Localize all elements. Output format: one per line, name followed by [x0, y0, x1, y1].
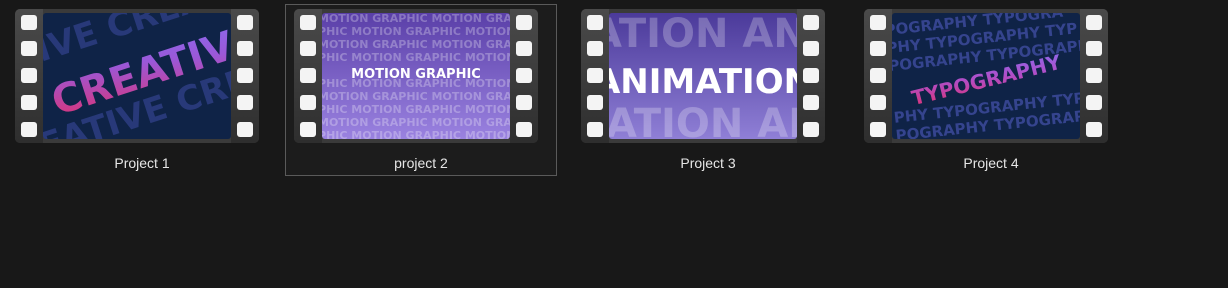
film-strip-right: [1080, 9, 1108, 143]
sprocket-hole: [803, 95, 819, 110]
svg-text:MOTION GRAPHIC MOTION GRAPHIC: MOTION GRAPHIC MOTION GRAPHIC: [322, 116, 510, 129]
film-strip-left: [15, 9, 43, 143]
film-strip-left: [864, 9, 892, 143]
sprocket-hole: [1086, 95, 1102, 110]
thumbnail-image: ATION ANIMA IATION ANIM ANIMATION: [609, 13, 797, 139]
sprocket-hole: [237, 15, 253, 30]
project-tile-4[interactable]: POGRAPHY TYPOGRA PHY TYPOGRAPHY TYP POGR…: [855, 4, 1127, 176]
svg-text:GRAPHIC MOTION GRAPHIC MOTION: GRAPHIC MOTION GRAPHIC MOTION: [322, 129, 510, 139]
thumbnail-image: POGRAPHY TYPOGRA PHY TYPOGRAPHY TYP POGR…: [892, 13, 1080, 139]
thumbnail-image: MOTION GRAPHIC MOTION GRAPHIC GRAPHIC MO…: [322, 13, 510, 139]
sprocket-hole: [21, 41, 37, 56]
project-grid: ATIVE CREATIVE EATIVE CREA CREATIVE Proj…: [0, 0, 1228, 288]
sprocket-hole: [237, 41, 253, 56]
sprocket-hole: [516, 95, 532, 110]
sprocket-hole: [237, 95, 253, 110]
sprocket-hole: [803, 15, 819, 30]
sprocket-hole: [1086, 41, 1102, 56]
sprocket-hole: [870, 15, 886, 30]
svg-text:GRAPHIC MOTION GRAPHIC MOTION: GRAPHIC MOTION GRAPHIC MOTION: [322, 25, 510, 38]
svg-text:GRAPHIC MOTION GRAPHIC MOTION: GRAPHIC MOTION GRAPHIC MOTION: [322, 103, 510, 116]
film-thumbnail: MOTION GRAPHIC MOTION GRAPHIC GRAPHIC MO…: [294, 9, 538, 143]
film-strip-right: [510, 9, 538, 143]
svg-text:GRAPHIC MOTION GRAPHIC MOTION: GRAPHIC MOTION GRAPHIC MOTION: [322, 51, 510, 64]
sprocket-hole: [870, 122, 886, 137]
sprocket-hole: [587, 68, 603, 83]
sprocket-hole: [803, 122, 819, 137]
film-strip-right: [231, 9, 259, 143]
sprocket-hole: [21, 122, 37, 137]
svg-text:MOTION GRAPHIC MOTION GRAPHIC: MOTION GRAPHIC MOTION GRAPHIC: [322, 38, 510, 51]
project-tile-3[interactable]: ATION ANIMA IATION ANIM ANIMATION Projec…: [572, 4, 844, 176]
film-strip-left: [581, 9, 609, 143]
project-tile-2[interactable]: MOTION GRAPHIC MOTION GRAPHIC GRAPHIC MO…: [285, 4, 557, 176]
thumbnail-title: MOTION GRAPHIC: [351, 67, 481, 82]
sprocket-hole: [300, 95, 316, 110]
sprocket-hole: [300, 68, 316, 83]
sprocket-hole: [587, 41, 603, 56]
sprocket-hole: [300, 122, 316, 137]
sprocket-hole: [237, 122, 253, 137]
sprocket-hole: [587, 122, 603, 137]
svg-text:MOTION GRAPHIC MOTION GRAPHIC: MOTION GRAPHIC MOTION GRAPHIC: [322, 90, 510, 103]
svg-text:IATION ANIM: IATION ANIM: [609, 101, 797, 139]
project-name: Project 1: [114, 155, 170, 171]
sprocket-hole: [300, 41, 316, 56]
film-strip-right: [797, 9, 825, 143]
sprocket-hole: [587, 95, 603, 110]
project-name: Project 4: [963, 155, 1019, 171]
sprocket-hole: [803, 41, 819, 56]
svg-text:MOTION GRAPHIC MOTION GRAPHIC: MOTION GRAPHIC MOTION GRAPHIC: [322, 13, 510, 25]
thumbnail-title: ANIMATION: [609, 62, 797, 102]
film-strip-left: [294, 9, 322, 143]
sprocket-hole: [21, 15, 37, 30]
film-thumbnail: ATIVE CREATIVE EATIVE CREA CREATIVE: [15, 9, 259, 143]
sprocket-hole: [1086, 15, 1102, 30]
project-tile-1[interactable]: ATIVE CREATIVE EATIVE CREA CREATIVE Proj…: [6, 4, 278, 176]
sprocket-hole: [21, 68, 37, 83]
sprocket-hole: [516, 122, 532, 137]
sprocket-hole: [870, 68, 886, 83]
sprocket-hole: [516, 41, 532, 56]
sprocket-hole: [870, 41, 886, 56]
thumbnail-image: ATIVE CREATIVE EATIVE CREA CREATIVE: [43, 13, 231, 139]
sprocket-hole: [21, 95, 37, 110]
sprocket-hole: [300, 15, 316, 30]
sprocket-hole: [516, 15, 532, 30]
svg-text:ATION ANIMA: ATION ANIMA: [609, 13, 797, 57]
sprocket-hole: [1086, 122, 1102, 137]
sprocket-hole: [237, 68, 253, 83]
film-thumbnail: ATION ANIMA IATION ANIM ANIMATION: [581, 9, 825, 143]
project-name: Project 3: [680, 155, 736, 171]
sprocket-hole: [803, 68, 819, 83]
sprocket-hole: [587, 15, 603, 30]
sprocket-hole: [1086, 68, 1102, 83]
film-thumbnail: POGRAPHY TYPOGRA PHY TYPOGRAPHY TYP POGR…: [864, 9, 1108, 143]
sprocket-hole: [516, 68, 532, 83]
sprocket-hole: [870, 95, 886, 110]
project-name: project 2: [394, 155, 448, 171]
